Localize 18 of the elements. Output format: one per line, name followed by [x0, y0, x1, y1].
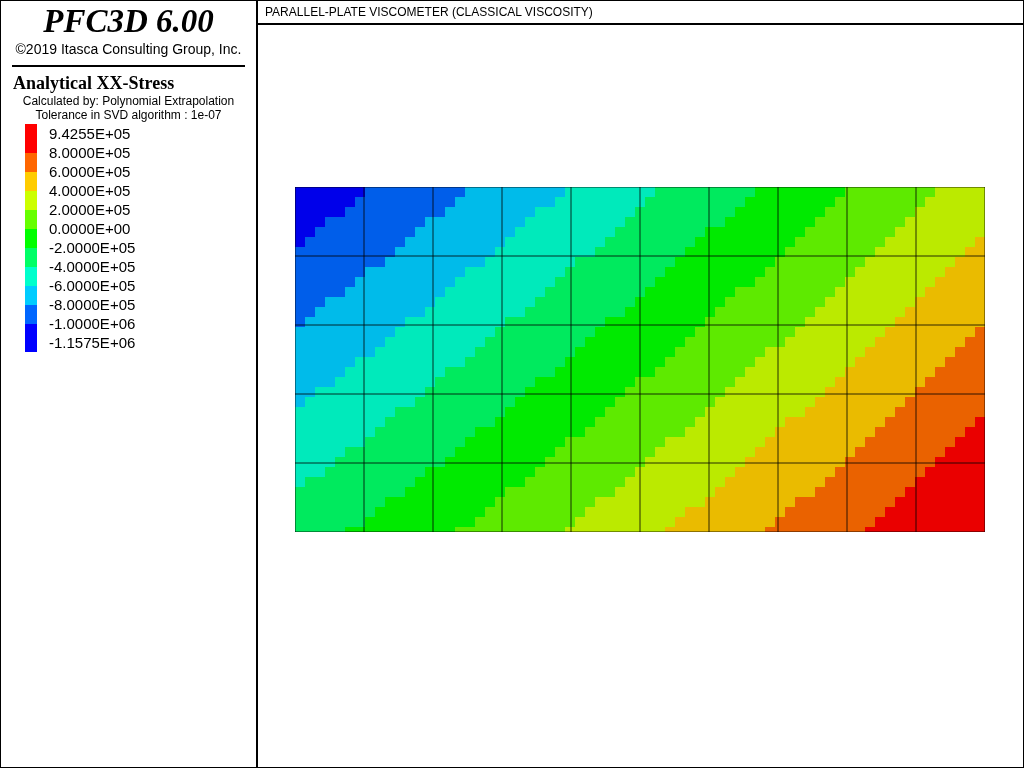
legend-label: 9.4255E+05 — [49, 124, 132, 143]
legend-label: -1.1575E+06 — [49, 333, 136, 352]
legend-title: Analytical XX-Stress — [13, 73, 176, 94]
legend-label: 6.0000E+05 — [49, 162, 132, 181]
legend-label: 2.0000E+05 — [49, 200, 132, 219]
legend-label: 0.0000E+00 — [49, 219, 132, 238]
legend-label: -6.0000E+05 — [49, 276, 136, 295]
legend-label: -2.0000E+05 — [49, 238, 136, 257]
legend-note: Tolerance in SVD algorithm : 1e-07 — [34, 108, 223, 122]
copyright-text: ©2019 Itasca Consulting Group, Inc. — [14, 41, 243, 57]
product-title: PFC3D 6.00 — [42, 3, 215, 39]
legend-label: -8.0000E+05 — [49, 295, 136, 314]
legend-label: -4.0000E+05 — [49, 257, 136, 276]
view-title: PARALLEL-PLATE VISCOMETER (CLASSICAL VISCOSITY) — [258, 1, 1023, 25]
legend-label: 8.0000E+05 — [49, 143, 132, 162]
legend-label: -1.0000E+06 — [49, 314, 136, 333]
legend-label: 4.0000E+05 — [49, 181, 132, 200]
legend-note: Calculated by: Polynomial Extrapolation — [21, 94, 236, 108]
